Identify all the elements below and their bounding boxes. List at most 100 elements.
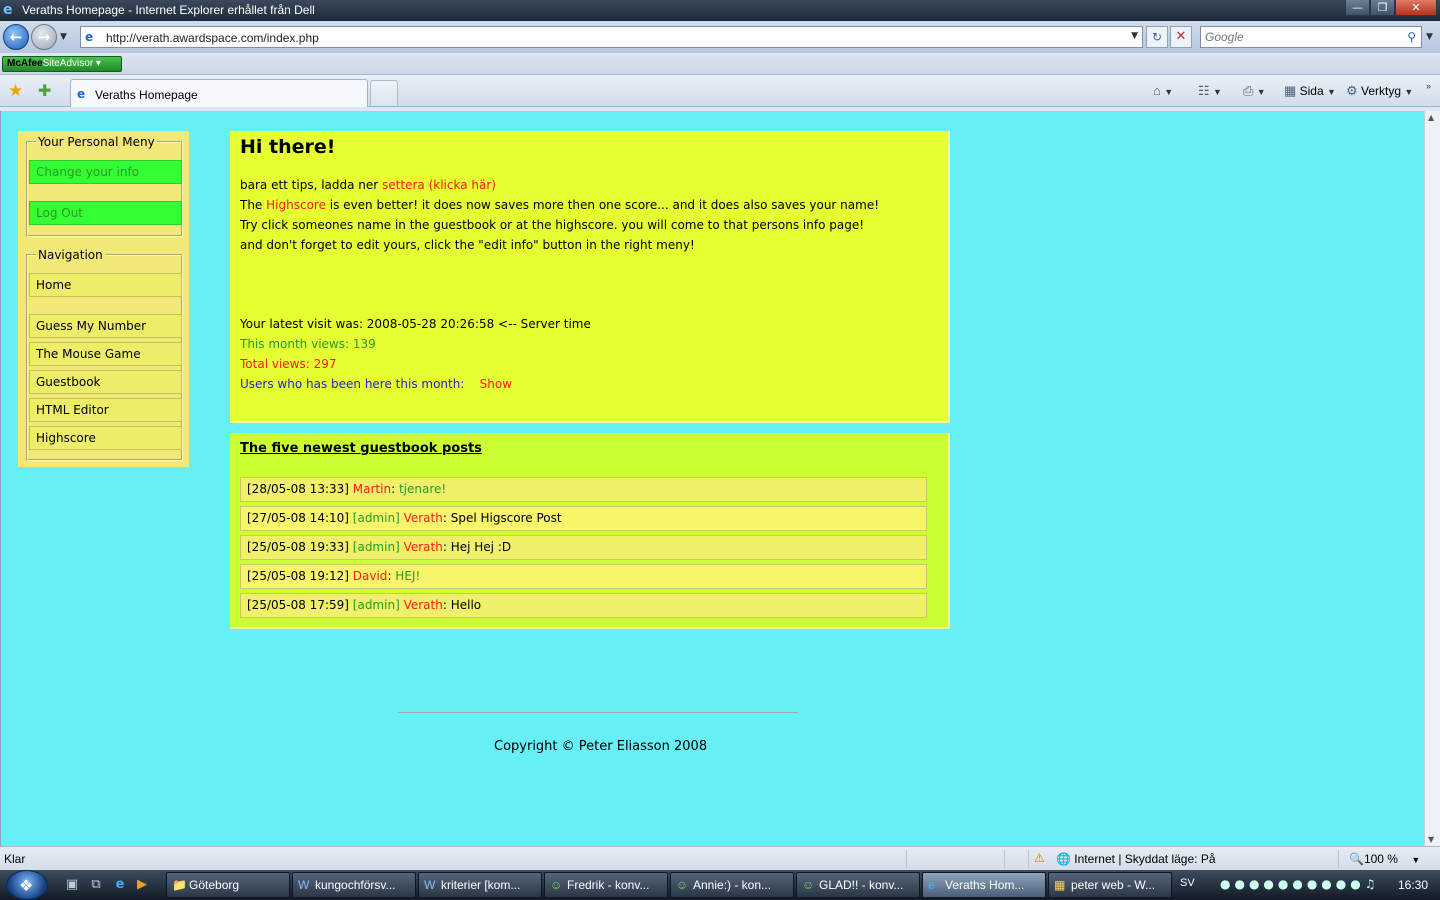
search-box[interactable]: ⚲ — [1200, 26, 1422, 48]
taskbar-item-word-1[interactable]: Wkungochförsv... — [292, 872, 416, 898]
post-author-link[interactable]: Martin — [353, 482, 391, 496]
add-favorite-icon[interactable]: ✚ — [38, 81, 51, 100]
guestbook-tip-line: Try click someones name in the guestbook… — [240, 218, 865, 232]
nav-guestbook[interactable]: Guestbook — [29, 370, 182, 394]
address-bar[interactable]: e http://verath.awardspace.com/index.php… — [80, 26, 1143, 48]
clock[interactable]: 16:30 — [1398, 878, 1428, 892]
home-dropdown-icon[interactable]: ▼ — [1164, 87, 1173, 97]
taskbar-item-chat-fredrik[interactable]: ☺ Fredrik - konv... — [544, 872, 668, 898]
taskbar-item-label: Annie:) - kon... — [693, 878, 772, 892]
address-dropdown-icon[interactable]: ▼ — [1131, 31, 1138, 41]
back-button[interactable]: ← — [3, 24, 29, 50]
month-views-text: This month views: 139 — [240, 337, 376, 351]
nav-html-editor[interactable]: HTML Editor — [29, 398, 182, 422]
post-author-link[interactable]: David — [353, 569, 388, 583]
tools-menu-button[interactable]: ⚙ Verktyg ▼ — [1346, 81, 1413, 101]
start-button[interactable]: ❖ — [6, 870, 48, 900]
scroll-down-arrow-icon[interactable]: ▼ — [1428, 835, 1434, 844]
print-dropdown-icon[interactable]: ▼ — [1257, 87, 1266, 97]
new-tab-button[interactable] — [370, 80, 398, 106]
taskbar-item-label: Göteborg — [189, 878, 240, 892]
address-url[interactable]: http://verath.awardspace.com/index.php — [106, 31, 319, 45]
users-this-month-line: Users who has been here this month: Show — [240, 377, 512, 391]
change-info-button[interactable]: Change your info — [29, 160, 182, 184]
status-text: Klar — [4, 852, 26, 866]
printer-icon: ⎙ — [1243, 83, 1254, 98]
feeds-dropdown-icon[interactable]: ▼ — [1213, 87, 1222, 97]
print-button[interactable]: ⎙ ▼ — [1243, 81, 1266, 101]
mcafee-siteadvisor-button[interactable]: McAfeeSiteAdvisor ▾ — [2, 56, 122, 72]
taskbar-item-word-2[interactable]: Wkriterier [kom... — [418, 872, 542, 898]
nav-mouse-game[interactable]: The Mouse Game — [29, 342, 182, 366]
tab-veraths-homepage[interactable]: e Veraths Homepage — [70, 79, 368, 107]
system-tray-icons[interactable]: ●●●●●●●●●●♫ — [1220, 877, 1379, 891]
log-out-button[interactable]: Log Out — [29, 201, 182, 225]
stop-button[interactable]: ✕ — [1170, 26, 1192, 48]
post-message: Hej Hej :D — [450, 540, 512, 554]
taskbar-item-chat-annie[interactable]: ☺ Annie:) - kon... — [670, 872, 794, 898]
status-divider — [1004, 850, 1005, 868]
guestbook-heading[interactable]: The five newest guestbook posts — [240, 441, 482, 456]
search-options-dropdown-icon[interactable]: ▼ — [1426, 32, 1433, 42]
refresh-button[interactable]: ↻ — [1146, 26, 1168, 48]
guestbook-post: [25/05-08 17:59] [admin] Verath: Hello — [240, 593, 927, 618]
personal-menu: Your Personal Meny Change your info Log … — [26, 135, 183, 237]
search-input[interactable] — [1205, 28, 1395, 46]
vertical-scrollbar[interactable]: ▲ ▼ — [1424, 111, 1440, 846]
ie-quicklaunch-icon[interactable]: e — [112, 877, 128, 893]
post-author-link[interactable]: Verath — [404, 540, 443, 554]
nav-home[interactable]: Home — [29, 273, 182, 297]
minimize-button[interactable]: — — [1345, 0, 1370, 16]
guestbook-post: [28/05-08 13:33] Martin: tjenare! — [240, 477, 927, 502]
scroll-up-arrow-icon[interactable]: ▲ — [1428, 113, 1434, 122]
tools-menu-label: Verktyg — [1361, 84, 1402, 98]
folder-icon: 📁 — [172, 878, 187, 892]
favorites-star-icon[interactable]: ★ — [8, 81, 23, 101]
post-author-link[interactable]: Verath — [404, 598, 443, 612]
taskbar-item-label: kriterier [kom... — [441, 878, 521, 892]
security-zone[interactable]: 🌐 Internet | Skyddat läge: På — [1056, 852, 1216, 866]
taskbar-item-label: Fredrik - konv... — [567, 878, 650, 892]
taskbar-item-peter-web[interactable]: ▦ peter web - W... — [1048, 872, 1172, 898]
welcome-box: Hi there! bara ett tips, ladda ner sette… — [230, 131, 950, 423]
page-menu-icon: ▦ — [1284, 83, 1297, 98]
page-menu-button[interactable]: ▦ Sida ▼ — [1284, 81, 1336, 101]
tab-bar: ★ ✚ e Veraths Homepage ⌂ ▼ ☷ ▼ ⎙ ▼ ▦ Sid… — [0, 75, 1440, 107]
post-time: [25/05-08 17:59] — [247, 598, 349, 612]
feeds-button[interactable]: ☷ ▼ — [1198, 81, 1222, 101]
close-button[interactable]: ✕ — [1395, 0, 1437, 16]
media-player-icon[interactable]: ▶ — [134, 877, 150, 893]
taskbar-item-ie[interactable]: e Veraths Hom... — [922, 872, 1046, 898]
search-icon[interactable]: ⚲ — [1407, 30, 1416, 44]
taskbar-item-chat-glad[interactable]: ☺ GLAD!! - konv... — [796, 872, 920, 898]
settera-link[interactable]: settera (klicka här) — [382, 178, 496, 192]
taskbar: ❖ ▣ ⧉ e ▶ 📁 Göteborg Wkungochförsv... Wkr… — [0, 870, 1440, 900]
post-message: HEJ! — [395, 569, 421, 583]
home-button[interactable]: ⌂ ▼ — [1153, 81, 1173, 101]
ie-logo-icon: e — [3, 2, 13, 18]
web-editor-icon: ▦ — [1054, 878, 1066, 892]
zoom-level[interactable]: 🔍100 % ▼ — [1349, 852, 1420, 866]
highscore-line: The Highscore is even better! it does no… — [240, 198, 879, 212]
post-author-link[interactable]: Verath — [404, 511, 443, 525]
users-show-link[interactable]: Show — [480, 377, 512, 391]
footer-divider — [398, 712, 798, 713]
nav-highscore[interactable]: Highscore — [29, 426, 182, 450]
maximize-button[interactable]: ❐ — [1370, 0, 1395, 16]
switch-windows-icon[interactable]: ⧉ — [88, 877, 104, 893]
chevron-more-icon[interactable]: » — [1426, 75, 1431, 95]
popup-blocker-icon[interactable]: ⚠ — [1034, 851, 1045, 865]
personal-menu-legend: Your Personal Meny — [38, 135, 155, 149]
zoom-level-text: 100 % — [1363, 852, 1398, 866]
show-desktop-icon[interactable]: ▣ — [64, 877, 80, 893]
recent-pages-dropdown-icon[interactable]: ▼ — [60, 32, 67, 42]
forward-button[interactable]: → — [31, 24, 57, 50]
ie-icon: e — [928, 878, 935, 892]
users-this-month-label: Users who has been here this month: — [240, 377, 465, 391]
post-time: [25/05-08 19:12] — [247, 569, 349, 583]
taskbar-item-goteborg[interactable]: 📁 Göteborg — [166, 872, 290, 898]
language-indicator[interactable]: SV — [1180, 877, 1195, 889]
highscore-link[interactable]: Highscore — [266, 198, 326, 212]
nav-guess-my-number[interactable]: Guess My Number — [29, 314, 182, 338]
zoom-dropdown-icon[interactable]: ▼ — [1411, 855, 1420, 865]
